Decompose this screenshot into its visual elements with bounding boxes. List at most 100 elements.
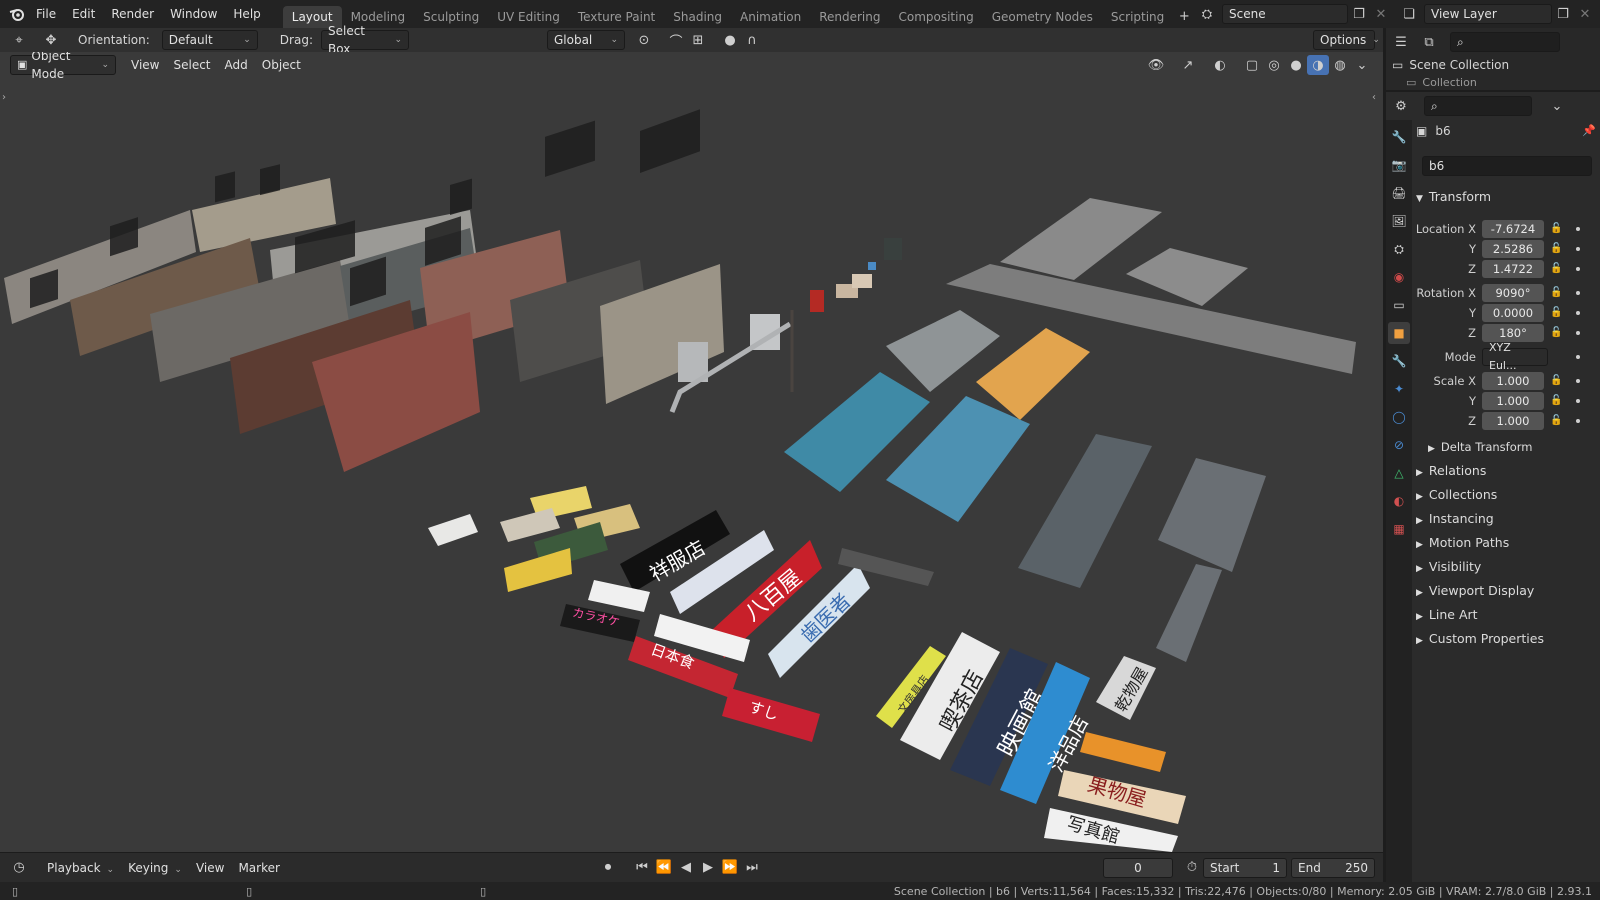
relations-panel[interactable]: ▶ Relations bbox=[1416, 460, 1596, 482]
delete-scene-icon[interactable]: ✕ bbox=[1370, 4, 1392, 24]
material-tab-icon[interactable]: ◐ bbox=[1388, 490, 1410, 512]
view-layer-icon[interactable]: ❏ bbox=[1398, 4, 1420, 24]
viewport-menu-object[interactable]: Object bbox=[255, 55, 308, 75]
xray-icon[interactable]: ▢ bbox=[1241, 55, 1263, 75]
drag-dropdown[interactable]: Select Box ⌄ bbox=[320, 24, 409, 56]
timeline-marker-menu[interactable]: Marker bbox=[231, 858, 286, 878]
rotation-x-field[interactable]: 9090° bbox=[1482, 284, 1544, 302]
left-toolbar-toggle[interactable]: › bbox=[2, 92, 6, 103]
tool-tab-icon[interactable]: 🔧 bbox=[1388, 126, 1410, 148]
keying-menu[interactable]: Keying ⌄ bbox=[121, 858, 189, 878]
delta-transform-subpanel[interactable]: ▶ Delta Transform bbox=[1428, 436, 1600, 458]
lock-icon[interactable]: 🔓 bbox=[1550, 263, 1562, 274]
move-tool-icon[interactable]: ✥ bbox=[40, 30, 62, 50]
properties-editor-icon[interactable]: ⚙ bbox=[1390, 96, 1412, 116]
collections-panel[interactable]: ▶ Collections bbox=[1416, 484, 1596, 506]
viewport-menu-add[interactable]: Add bbox=[218, 55, 255, 75]
end-frame-field[interactable]: End 250 bbox=[1291, 857, 1375, 878]
transform-orientation-dropdown[interactable]: Global ⌄ bbox=[546, 30, 625, 50]
scene-icon[interactable]: ⛭ bbox=[1196, 4, 1218, 24]
scene-selector[interactable]: Scene bbox=[1222, 4, 1348, 24]
delete-view-layer-icon[interactable]: ✕ bbox=[1574, 4, 1596, 24]
shading-options-icon[interactable]: ⌄ bbox=[1351, 55, 1373, 75]
tab-texture-paint[interactable]: Texture Paint bbox=[569, 6, 664, 28]
falloff-icon[interactable]: ∩ bbox=[741, 30, 763, 50]
tab-shading[interactable]: Shading bbox=[664, 6, 731, 28]
tab-uv-editing[interactable]: UV Editing bbox=[488, 6, 569, 28]
outliner-search-input[interactable]: ⌕ bbox=[1450, 32, 1560, 52]
visibility-panel[interactable]: ▶ Visibility bbox=[1416, 556, 1596, 578]
pivot-icon[interactable]: ⊙ bbox=[633, 30, 655, 50]
start-frame-field[interactable]: Start 1 bbox=[1203, 857, 1287, 878]
output-tab-icon[interactable]: 🖨 bbox=[1388, 182, 1410, 204]
tab-geometry-nodes[interactable]: Geometry Nodes bbox=[983, 6, 1102, 28]
properties-search-input[interactable]: ⌕ bbox=[1424, 96, 1532, 116]
blender-logo-icon[interactable] bbox=[6, 4, 28, 24]
jump-start-icon[interactable]: ⏮ bbox=[631, 858, 653, 878]
add-workspace-icon[interactable]: + bbox=[1173, 6, 1195, 26]
view-layer-selector[interactable]: View Layer bbox=[1424, 4, 1552, 24]
scale-y-field[interactable]: 1.000 bbox=[1482, 392, 1544, 410]
keyframe-dot-icon[interactable] bbox=[1576, 227, 1580, 231]
timeline-editor-icon[interactable]: ◷ bbox=[8, 858, 30, 878]
outliner-row-collection[interactable]: ▭ Collection bbox=[1406, 76, 1477, 88]
render-tab-icon[interactable]: 📷 bbox=[1388, 154, 1410, 176]
menu-help[interactable]: Help bbox=[225, 0, 268, 28]
custom-properties-panel[interactable]: ▶ Custom Properties bbox=[1416, 628, 1596, 650]
snap-target-icon[interactable]: ⊞ bbox=[687, 30, 709, 50]
viewport-menu-view[interactable]: View bbox=[124, 55, 166, 75]
scale-z-field[interactable]: 1.000 bbox=[1482, 412, 1544, 430]
prev-keyframe-icon[interactable]: ⏪ bbox=[653, 858, 675, 878]
scale-x-field[interactable]: 1.000 bbox=[1482, 372, 1544, 390]
keyframe-dot-icon[interactable] bbox=[1576, 379, 1580, 383]
3d-viewport[interactable]: 祥服店 八百屋 歯医者 カラオケ 日本食 すし 文房具店 喫茶店 映画館 洋品店… bbox=[0, 52, 1383, 852]
proportional-edit-icon[interactable]: ● bbox=[719, 30, 741, 50]
lock-icon[interactable]: 🔓 bbox=[1550, 307, 1562, 318]
line-art-panel[interactable]: ▶ Line Art bbox=[1416, 604, 1596, 626]
solid-shading-icon[interactable]: ● bbox=[1285, 55, 1307, 75]
lock-icon[interactable]: 🔓 bbox=[1550, 327, 1562, 338]
next-keyframe-icon[interactable]: ⏩ bbox=[719, 858, 741, 878]
object-mode-dropdown[interactable]: ▣ Object Mode ⌄ bbox=[10, 52, 116, 81]
menu-window[interactable]: Window bbox=[162, 0, 225, 28]
viewport-menu-select[interactable]: Select bbox=[166, 55, 217, 75]
instancing-panel[interactable]: ▶ Instancing bbox=[1416, 508, 1596, 530]
display-mode-icon[interactable]: ⧉ bbox=[1418, 32, 1440, 52]
orientation-dropdown[interactable]: Default ⌄ bbox=[161, 30, 258, 50]
timeline-view-menu[interactable]: View bbox=[189, 858, 231, 878]
editor-type-icon[interactable]: ⌖ bbox=[8, 30, 30, 50]
keyframe-dot-icon[interactable] bbox=[1576, 267, 1580, 271]
pin-icon[interactable]: 📌 bbox=[1582, 124, 1596, 137]
location-y-field[interactable]: 2.5286 bbox=[1482, 240, 1544, 258]
new-view-layer-icon[interactable]: ❐ bbox=[1552, 4, 1574, 24]
location-x-field[interactable]: -7.6724 bbox=[1482, 220, 1544, 238]
snap-icon[interactable]: ⌒ bbox=[665, 30, 687, 50]
tab-compositing[interactable]: Compositing bbox=[889, 6, 982, 28]
play-reverse-icon[interactable]: ◀ bbox=[675, 858, 697, 878]
lock-icon[interactable]: 🔓 bbox=[1550, 243, 1562, 254]
record-icon[interactable]: ⏺ bbox=[597, 858, 619, 878]
stopwatch-icon[interactable]: ⏱ bbox=[1181, 858, 1203, 878]
location-z-field[interactable]: 1.4722 bbox=[1482, 260, 1544, 278]
viewport-display-panel[interactable]: ▶ Viewport Display bbox=[1416, 580, 1596, 602]
tab-animation[interactable]: Animation bbox=[731, 6, 810, 28]
overlay-icon[interactable]: ◐ bbox=[1209, 55, 1231, 75]
keyframe-dot-icon[interactable] bbox=[1576, 399, 1580, 403]
visibility-eye-icon[interactable]: 👁 bbox=[1145, 55, 1167, 75]
properties-options-icon[interactable]: ⌄ bbox=[1546, 96, 1568, 116]
texture-tab-icon[interactable]: ▦ bbox=[1388, 518, 1410, 540]
lock-icon[interactable]: 🔓 bbox=[1550, 287, 1562, 298]
lock-icon[interactable]: 🔓 bbox=[1550, 375, 1562, 386]
rotation-mode-dropdown[interactable]: XYZ Eul... bbox=[1482, 341, 1548, 372]
outliner-row-scene-collection[interactable]: ▭ Scene Collection bbox=[1392, 58, 1509, 72]
transform-panel-header[interactable]: ▼ Transform bbox=[1416, 186, 1596, 208]
playback-menu[interactable]: Playback ⌄ bbox=[40, 858, 121, 878]
tab-sculpting[interactable]: Sculpting bbox=[414, 6, 488, 28]
constraints-tab-icon[interactable]: ⊘ bbox=[1388, 434, 1410, 456]
keyframe-dot-icon[interactable] bbox=[1576, 419, 1580, 423]
menu-file[interactable]: File bbox=[28, 0, 64, 28]
rotation-y-field[interactable]: 0.0000 bbox=[1482, 304, 1544, 322]
rendered-shading-icon[interactable]: ◍ bbox=[1329, 55, 1351, 75]
play-icon[interactable]: ▶ bbox=[697, 858, 719, 878]
outliner-editor-icon[interactable]: ☰ bbox=[1390, 32, 1412, 52]
